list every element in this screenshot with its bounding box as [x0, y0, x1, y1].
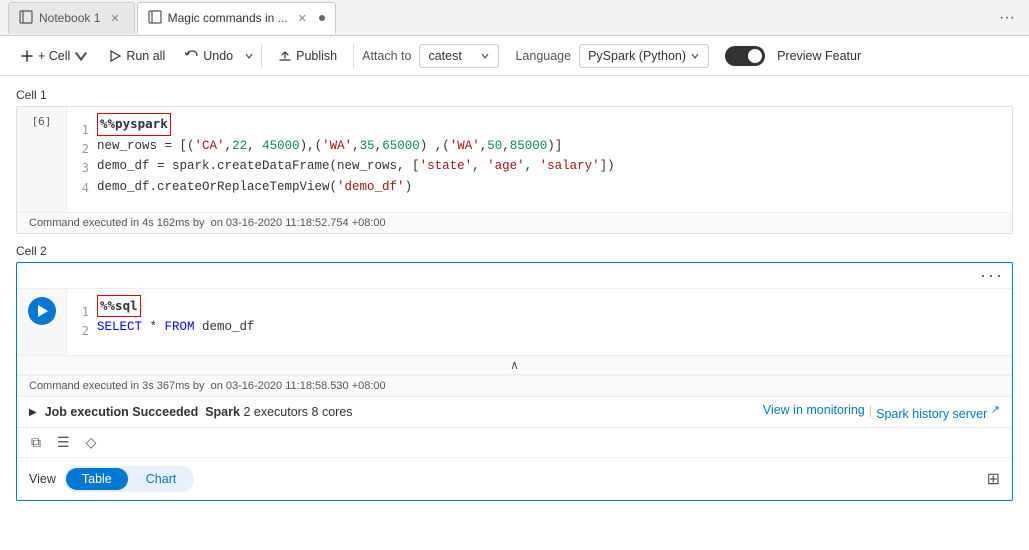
lang-chevron-icon — [690, 51, 700, 61]
chevron-down-icon — [74, 49, 88, 63]
eraser-icon[interactable]: ◇ — [84, 432, 99, 453]
undo-icon — [185, 49, 199, 63]
cell2-run-button[interactable] — [28, 297, 56, 325]
tab-notebook1[interactable]: Notebook 1 ✕ — [8, 2, 135, 34]
cell2-line1: %%sql — [97, 295, 1002, 318]
job-links: View in monitoring | Spark history serve… — [763, 403, 1000, 421]
cell1-label: Cell 1 — [16, 88, 1013, 102]
toolbar: + Cell Run all Undo Publish Attach to ca… — [0, 36, 1029, 76]
cell1-code-area[interactable]: 1 2 3 4 %%pyspark new_rows = [('CA',22, … — [67, 107, 1012, 212]
notebook-icon — [19, 10, 33, 27]
cell1-line4: demo_df.createOrReplaceTempView('demo_df… — [97, 177, 1002, 198]
collapse-icon: ∧ — [510, 358, 519, 372]
chart-view-button[interactable]: Chart — [130, 468, 193, 490]
view-row: View Table Chart ⊞ — [17, 458, 1012, 500]
magic-cmd-pyspark: %%pyspark — [97, 113, 171, 136]
cell2-gutter — [17, 289, 67, 355]
tab-magic-commands-label: Magic commands in ... — [168, 11, 288, 25]
cell2-more-button[interactable]: ··· — [980, 265, 1004, 286]
cell1-gutter: [6] — [17, 107, 67, 212]
play-icon — [108, 49, 122, 63]
tab-more-button[interactable]: ··· — [993, 7, 1021, 29]
copy-icon[interactable]: ⧉ — [29, 432, 43, 453]
run-triangle-icon — [38, 305, 48, 317]
cell2-code-area[interactable]: 1 2 %%sql SELECT * FROM demo_df — [67, 289, 1012, 355]
filter-icon[interactable]: ☰ — [55, 432, 72, 453]
toolbar-divider2 — [353, 44, 354, 68]
cell1-code-lines: %%pyspark new_rows = [('CA',22, 45000),(… — [97, 113, 1002, 206]
play-icon-small: ▶ — [29, 407, 37, 418]
main-content: Cell 1 [6] 1 2 3 4 %%pyspark new_rows = … — [0, 76, 1029, 550]
language-dropdown[interactable]: PySpark (Python) — [579, 44, 709, 68]
attach-to-dropdown[interactable]: catest — [419, 44, 499, 68]
cell1-line2: new_rows = [('CA',22, 45000),('WA',35,65… — [97, 136, 1002, 157]
cell1-run-indicator: [6] — [32, 115, 52, 128]
cell2-code-lines: %%sql SELECT * FROM demo_df — [97, 295, 1002, 349]
language-label: Language — [515, 49, 571, 63]
publish-icon — [278, 49, 292, 63]
tab-notebook1-label: Notebook 1 — [39, 11, 100, 25]
cell2-line2: SELECT * FROM demo_df — [97, 317, 1002, 338]
export-icon[interactable]: ⊞ — [987, 469, 1000, 489]
cell1-container: [6] 1 2 3 4 %%pyspark new_rows = [('CA',… — [16, 106, 1013, 234]
cell2-header: ··· — [17, 263, 1012, 289]
job-bar: ▶ Job execution Succeeded Spark 2 execut… — [17, 396, 1012, 428]
spark-history-link[interactable]: Spark history server ↗ — [876, 403, 1000, 421]
cell1-body: [6] 1 2 3 4 %%pyspark new_rows = [('CA',… — [17, 107, 1012, 212]
tab-magic-close[interactable]: ✕ — [294, 10, 311, 27]
cell2-status: Command executed in 3s 367ms by on 03-16… — [17, 375, 1012, 396]
attach-to-label: Attach to — [362, 49, 411, 63]
publish-button[interactable]: Publish — [270, 45, 345, 67]
cell1-line-numbers: 1 2 3 4 — [77, 113, 97, 206]
preview-toggle[interactable] — [725, 46, 765, 66]
cell2-label: Cell 2 — [16, 244, 1013, 258]
table-view-button[interactable]: Table — [66, 468, 128, 490]
cell2-toolbar-icons: ⧉ ☰ ◇ — [17, 428, 1012, 458]
view-toggle: Table Chart — [64, 466, 194, 492]
cell2-line-numbers: 1 2 — [77, 295, 97, 349]
cell-button[interactable]: + Cell — [12, 45, 96, 67]
cell1-line1: %%pyspark — [97, 113, 1002, 136]
toolbar-divider — [261, 44, 262, 68]
cell1-status: Command executed in 4s 162ms by on 03-16… — [17, 212, 1012, 233]
tab-notebook1-close[interactable]: ✕ — [106, 10, 123, 27]
notebook-icon2 — [148, 10, 162, 27]
cell2-container: ··· 1 2 %%sql SELECT * FROM demo_df — [16, 262, 1013, 502]
collapse-row[interactable]: ∧ — [17, 355, 1012, 375]
undo-dropdown-icon[interactable] — [245, 49, 253, 63]
unsaved-indicator — [319, 15, 325, 21]
attach-chevron-icon — [480, 51, 490, 61]
magic-cmd-sql: %%sql — [97, 295, 141, 318]
cell1-line3: demo_df = spark.createDataFrame(new_rows… — [97, 156, 1002, 177]
undo-button[interactable]: Undo — [177, 45, 241, 67]
external-link-icon: ↗ — [991, 404, 1000, 416]
tab-magic-commands[interactable]: Magic commands in ... ✕ — [137, 2, 336, 34]
cell2-wrapper: Cell 2 ··· 1 2 %%sql — [16, 244, 1013, 502]
plus-icon — [20, 49, 34, 63]
view-monitoring-link[interactable]: View in monitoring — [763, 403, 865, 421]
tab-bar: Notebook 1 ✕ Magic commands in ... ✕ ··· — [0, 0, 1029, 36]
run-all-button[interactable]: Run all — [100, 45, 173, 67]
preview-label: Preview Featur — [777, 49, 861, 63]
job-execution-text: Job execution Succeeded Spark 2 executor… — [45, 405, 353, 419]
view-label: View — [29, 472, 56, 486]
cell2-body: 1 2 %%sql SELECT * FROM demo_df — [17, 289, 1012, 355]
